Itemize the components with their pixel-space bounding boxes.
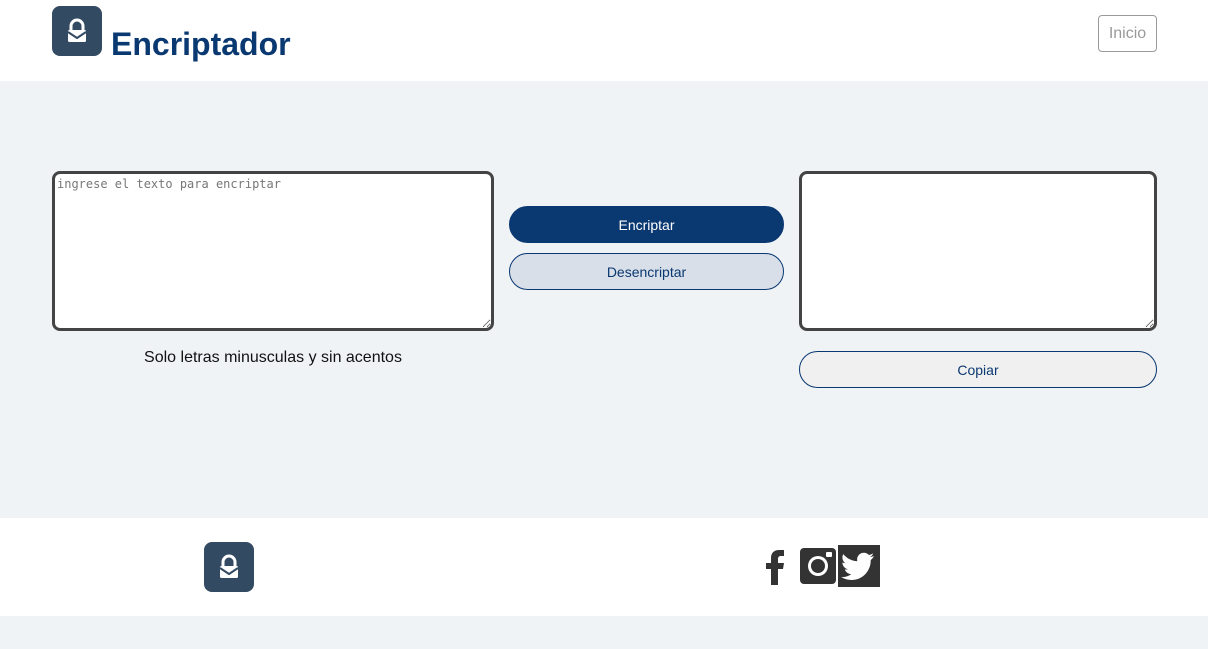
encrypt-button[interactable]: Encriptar [509, 206, 784, 243]
instagram-icon [800, 548, 836, 584]
logo [52, 6, 102, 56]
output-textarea[interactable] [799, 171, 1157, 331]
input-hint: Solo letras minusculas y sin acentos [144, 349, 402, 366]
input-textarea[interactable] [52, 171, 494, 331]
facebook-link[interactable] [755, 545, 797, 587]
lock-icon [67, 18, 87, 42]
footer-logo [204, 542, 254, 592]
instagram-link[interactable] [797, 545, 839, 587]
facebook-icon [766, 550, 784, 585]
bottom-strip [0, 616, 1208, 649]
decrypt-button[interactable]: Desencriptar [509, 253, 784, 290]
app-title: Encriptador [111, 26, 291, 62]
twitter-icon [838, 545, 880, 587]
main-section: Solo letras minusculas y sin acentos Enc… [0, 81, 1208, 518]
lock-icon [219, 554, 239, 578]
copy-button[interactable]: Copiar [799, 351, 1157, 388]
header: Encriptador Inicio [0, 0, 1208, 81]
twitter-link[interactable] [838, 545, 880, 587]
inicio-button[interactable]: Inicio [1098, 15, 1157, 52]
footer [0, 518, 1208, 616]
